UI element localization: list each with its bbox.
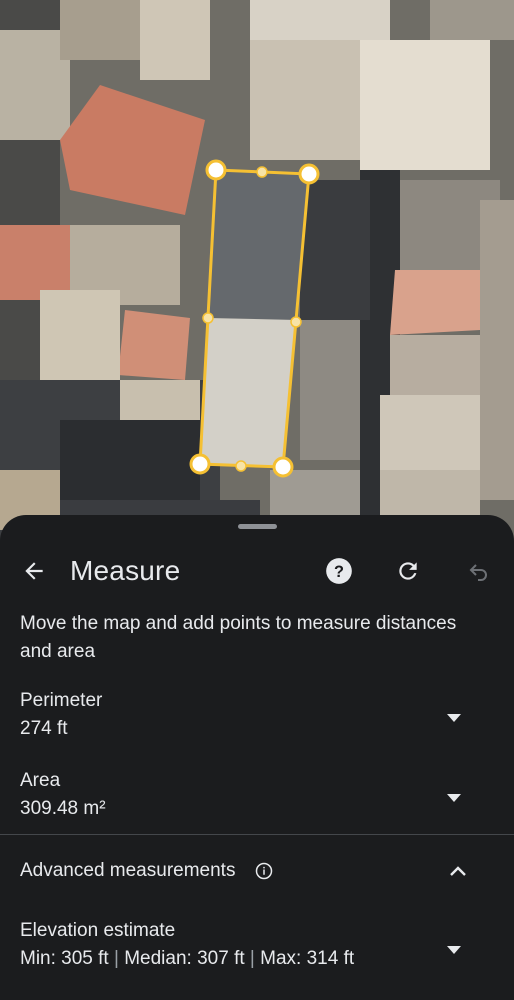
reset-button[interactable] [388, 551, 428, 591]
advanced-measurements-toggle[interactable]: Advanced measurements [0, 851, 514, 891]
elevation-max: Max: 314 ft [260, 948, 355, 969]
collapse-button[interactable] [440, 853, 476, 889]
elevation-median: Median: 307 ft [124, 948, 245, 969]
advanced-measurements-label: Advanced measurements [20, 860, 236, 881]
elevation-values: Min: 305 ft | Median: 307 ft | Max: 314 … [20, 948, 354, 970]
vertex-handle[interactable] [205, 159, 227, 181]
refresh-icon [399, 562, 417, 580]
separator: | [114, 948, 119, 969]
area-units-dropdown[interactable] [436, 780, 472, 816]
vertex-handle[interactable] [272, 456, 294, 478]
area-value: 309.48 m² [20, 798, 106, 819]
area-label: Area [20, 770, 61, 791]
midpoint-handle[interactable] [202, 312, 214, 324]
dropdown-arrow-icon [447, 714, 461, 722]
satellite-map[interactable] [0, 0, 514, 560]
measurement-overlay[interactable] [0, 0, 514, 560]
undo-button[interactable] [459, 551, 499, 591]
vertex-handle[interactable] [298, 163, 320, 185]
svg-text:?: ? [334, 563, 344, 581]
elevation-min: Min: 305 ft [20, 948, 109, 969]
help-button[interactable]: ? [319, 551, 359, 591]
info-icon [255, 862, 273, 880]
undo-icon [469, 564, 487, 581]
perimeter-row[interactable]: Perimeter 274 ft [0, 690, 514, 752]
perimeter-label: Perimeter [20, 690, 103, 711]
help-circle-icon: ? [326, 558, 352, 584]
area-row[interactable]: Area 309.48 m² [0, 770, 514, 832]
perimeter-value: 274 ft [20, 718, 68, 739]
midpoint-handle[interactable] [235, 460, 247, 472]
chevron-up-icon [450, 866, 466, 876]
dropdown-arrow-icon [447, 794, 461, 802]
drag-handle[interactable] [238, 524, 277, 529]
vertex-handle[interactable] [189, 453, 211, 475]
midpoint-handle[interactable] [290, 316, 302, 328]
info-button[interactable] [253, 860, 275, 882]
perimeter-units-dropdown[interactable] [436, 700, 472, 736]
midpoint-handle[interactable] [256, 166, 268, 178]
page-title: Measure [70, 555, 181, 586]
arrow-back-icon [25, 562, 43, 580]
dropdown-arrow-icon [447, 946, 461, 954]
instructions-text: Move the map and add points to measure d… [20, 613, 457, 662]
section-divider [0, 834, 514, 835]
elevation-label: Elevation estimate [20, 920, 176, 941]
back-button[interactable] [14, 551, 54, 591]
elevation-units-dropdown[interactable] [436, 932, 472, 968]
sheet-header: Measure ? [0, 547, 514, 595]
measure-sheet: Measure ? Move the map and add points to… [0, 515, 514, 1000]
separator: | [249, 948, 255, 969]
elevation-row[interactable]: Elevation estimate Min: 305 ft | Median:… [0, 920, 514, 982]
